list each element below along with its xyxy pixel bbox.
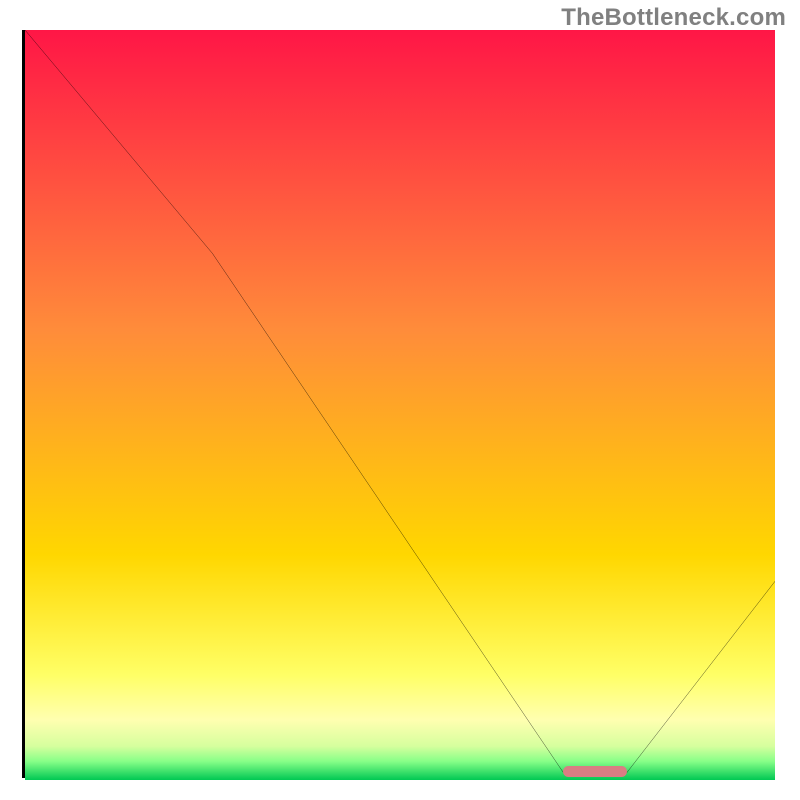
optimal-zone-marker: [563, 766, 627, 777]
chart-container: TheBottleneck.com: [0, 0, 800, 800]
plot-area: [22, 30, 775, 778]
line-series: [25, 30, 775, 775]
watermark-text: TheBottleneck.com: [561, 4, 786, 32]
